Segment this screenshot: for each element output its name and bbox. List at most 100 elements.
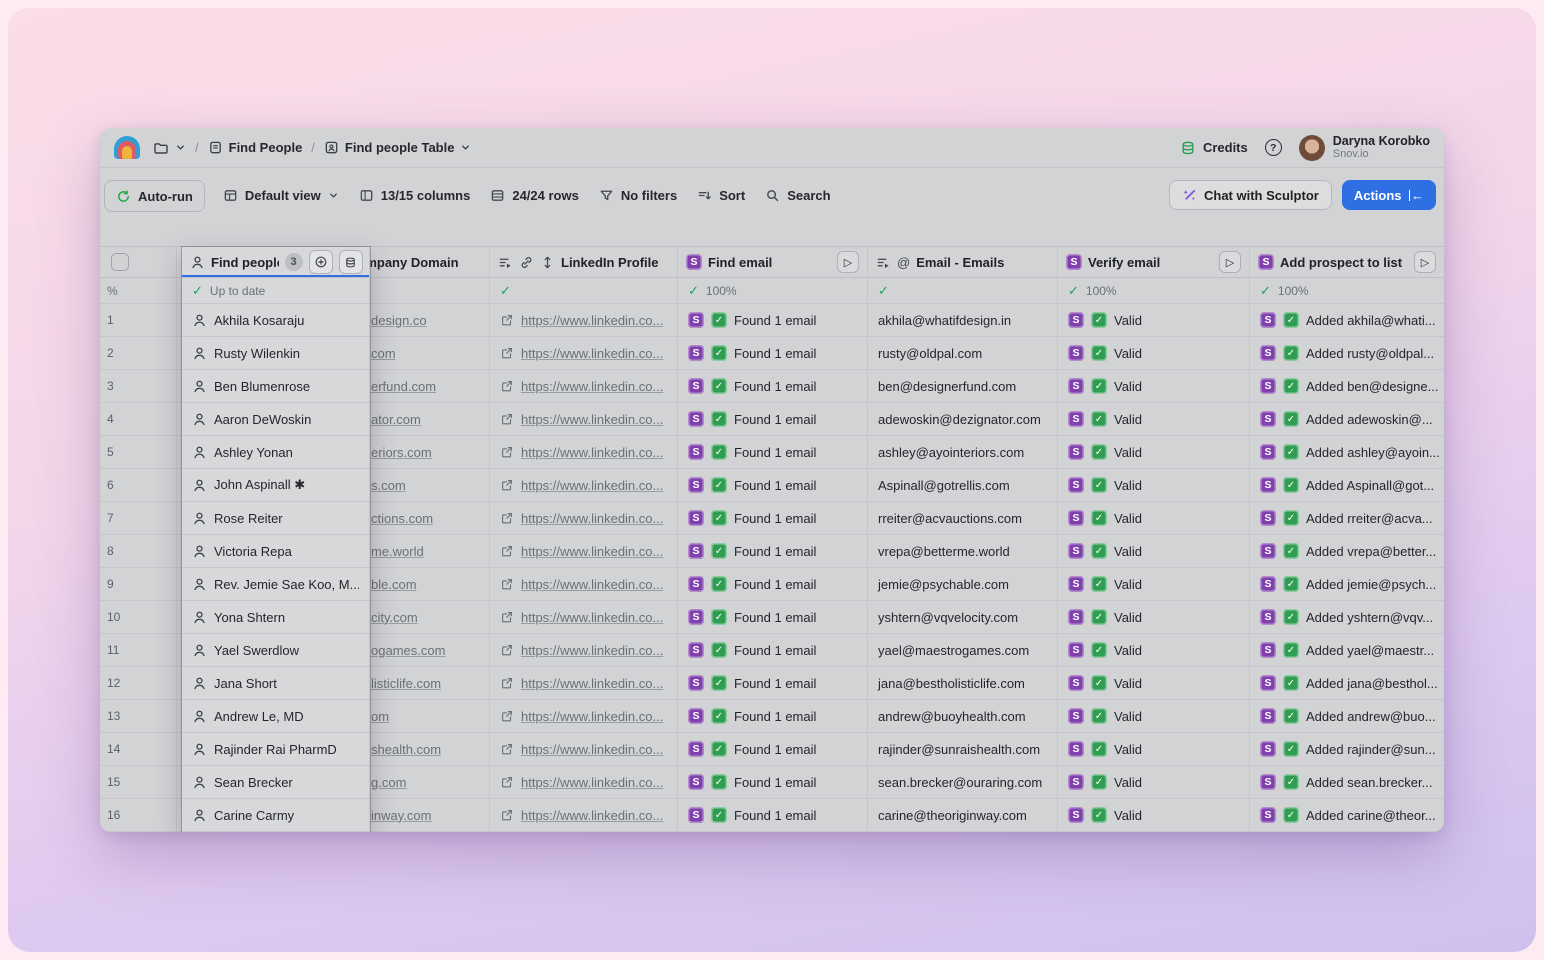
email-cell[interactable]: yshtern@vqvelocity.com xyxy=(868,601,1057,634)
app-logo[interactable] xyxy=(114,136,140,159)
verify-email-cell[interactable]: S ✓ Valid xyxy=(1058,304,1249,337)
find-email-cell[interactable]: S ✓ Found 1 email xyxy=(678,337,867,370)
find-email-cell[interactable]: S ✓ Found 1 email xyxy=(678,601,867,634)
person-name-cell[interactable]: Sean Brecker xyxy=(182,766,369,799)
linkedin-cell[interactable]: https://www.linkedin.co... xyxy=(490,766,677,799)
person-name-cell[interactable]: Ashley Yonan xyxy=(182,436,369,469)
row-number-cell[interactable]: 2 xyxy=(100,337,176,370)
search-button[interactable]: Search xyxy=(755,180,840,210)
breadcrumb-project[interactable]: Find People xyxy=(208,140,303,155)
find-email-cell[interactable]: S ✓ Found 1 email xyxy=(678,634,867,667)
email-cell[interactable]: ashley@ayointeriors.com xyxy=(868,436,1057,469)
linkedin-cell[interactable]: https://www.linkedin.co... xyxy=(490,403,677,436)
find-email-cell[interactable]: S ✓ Found 1 email xyxy=(678,799,867,832)
find-email-cell[interactable]: S ✓ Found 1 email xyxy=(678,700,867,733)
row-number-cell[interactable]: 1 xyxy=(100,304,176,337)
add-prospect-cell[interactable]: S ✓ Added ashley@ayoin... xyxy=(1250,436,1444,469)
add-prospect-cell[interactable]: S ✓ Added yshtern@vqv... xyxy=(1250,601,1444,634)
filters-button[interactable]: No filters xyxy=(589,180,687,210)
verify-email-cell[interactable]: S ✓ Valid xyxy=(1058,469,1249,502)
row-number-cell[interactable]: 15 xyxy=(100,766,176,799)
row-number-cell[interactable]: 16 xyxy=(100,799,176,832)
person-name-cell[interactable]: Andrew Le, MD xyxy=(182,700,369,733)
add-prospect-cell[interactable]: S ✓ Added Aspinall@got... xyxy=(1250,469,1444,502)
email-cell[interactable]: yael@maestrogames.com xyxy=(868,634,1057,667)
linkedin-cell[interactable]: https://www.linkedin.co... xyxy=(490,469,677,502)
run-column-button[interactable]: ▷ xyxy=(837,251,859,273)
verify-email-cell[interactable]: S ✓ Valid xyxy=(1058,502,1249,535)
person-name-cell[interactable]: Jana Short xyxy=(182,667,369,700)
linkedin-cell[interactable]: https://www.linkedin.co... xyxy=(490,700,677,733)
email-cell[interactable]: adewoskin@dezignator.com xyxy=(868,403,1057,436)
email-cell[interactable]: Aspinall@gotrellis.com xyxy=(868,469,1057,502)
person-name-cell[interactable]: Yael Swerdlow xyxy=(182,634,369,667)
linkedin-cell[interactable]: https://www.linkedin.co... xyxy=(490,799,677,832)
add-prospect-cell[interactable]: S ✓ Added rusty@oldpal... xyxy=(1250,337,1444,370)
add-prospect-cell[interactable]: S ✓ Added rreiter@acva... xyxy=(1250,502,1444,535)
person-name-cell[interactable]: Victoria Repa xyxy=(182,535,369,568)
verify-email-cell[interactable]: S ✓ Valid xyxy=(1058,403,1249,436)
add-prospect-header[interactable]: S Add prospect to list ▷ xyxy=(1250,247,1444,278)
person-name-cell[interactable]: Ben Blumenrose xyxy=(182,370,369,403)
email-cell[interactable]: rajinder@sunraishealth.com xyxy=(868,733,1057,766)
find-email-cell[interactable]: S ✓ Found 1 email xyxy=(678,304,867,337)
email-cell[interactable]: andrew@buoyhealth.com xyxy=(868,700,1057,733)
verify-email-cell[interactable]: S ✓ Valid xyxy=(1058,601,1249,634)
row-number-cell[interactable]: 10 xyxy=(100,601,176,634)
verify-email-cell[interactable]: S ✓ Valid xyxy=(1058,700,1249,733)
data-source-button[interactable] xyxy=(339,250,363,274)
linkedin-cell[interactable]: https://www.linkedin.co... xyxy=(490,601,677,634)
sort-button[interactable]: Sort xyxy=(687,180,755,210)
verify-email-cell[interactable]: S ✓ Valid xyxy=(1058,568,1249,601)
find-email-cell[interactable]: S ✓ Found 1 email xyxy=(678,469,867,502)
email-cell[interactable]: carine@theoriginway.com xyxy=(868,799,1057,832)
person-name-cell[interactable]: Rajinder Rai PharmD xyxy=(182,733,369,766)
find-email-cell[interactable]: S ✓ Found 1 email xyxy=(678,535,867,568)
linkedin-cell[interactable]: https://www.linkedin.co... xyxy=(490,370,677,403)
run-column-button[interactable]: ▷ xyxy=(1219,251,1241,273)
email-cell[interactable]: akhila@whatifdesign.in xyxy=(868,304,1057,337)
email-cell[interactable]: vrepa@betterme.world xyxy=(868,535,1057,568)
verify-email-cell[interactable]: S ✓ Valid xyxy=(1058,634,1249,667)
verify-email-cell[interactable]: S ✓ Valid xyxy=(1058,799,1249,832)
person-name-cell[interactable]: Akhila Kosaraju xyxy=(182,304,369,337)
linkedin-cell[interactable]: https://www.linkedin.co... xyxy=(490,535,677,568)
email-cell[interactable]: rusty@oldpal.com xyxy=(868,337,1057,370)
person-name-cell[interactable]: Rose Reiter xyxy=(182,502,369,535)
row-number-cell[interactable]: 3 xyxy=(100,370,176,403)
add-prospect-cell[interactable]: S ✓ Added vrepa@better... xyxy=(1250,535,1444,568)
linkedin-cell[interactable]: https://www.linkedin.co... xyxy=(490,568,677,601)
find-email-cell[interactable]: S ✓ Found 1 email xyxy=(678,667,867,700)
add-column-button[interactable] xyxy=(309,250,333,274)
add-prospect-cell[interactable]: S ✓ Added rajinder@sun... xyxy=(1250,733,1444,766)
row-number-cell[interactable]: 12 xyxy=(100,667,176,700)
verify-email-cell[interactable]: S ✓ Valid xyxy=(1058,667,1249,700)
row-number-cell[interactable]: 13 xyxy=(100,700,176,733)
add-prospect-cell[interactable]: S ✓ Added andrew@buo... xyxy=(1250,700,1444,733)
select-all-checkbox[interactable] xyxy=(111,253,129,271)
verify-email-cell[interactable]: S ✓ Valid xyxy=(1058,436,1249,469)
add-prospect-cell[interactable]: S ✓ Added jana@besthol... xyxy=(1250,667,1444,700)
add-prospect-cell[interactable]: S ✓ Added akhila@whati... xyxy=(1250,304,1444,337)
email-cell[interactable]: rreiter@acvauctions.com xyxy=(868,502,1057,535)
email-cell[interactable]: jana@bestholisticlife.com xyxy=(868,667,1057,700)
find-email-cell[interactable]: S ✓ Found 1 email xyxy=(678,436,867,469)
rows-count-button[interactable]: 24/24 rows xyxy=(480,180,589,210)
row-number-cell[interactable]: 14 xyxy=(100,733,176,766)
find-email-cell[interactable]: S ✓ Found 1 email xyxy=(678,766,867,799)
row-number-cell[interactable]: 11 xyxy=(100,634,176,667)
user-menu[interactable]: Daryna Korobko Snov.io xyxy=(1299,134,1430,161)
linkedin-cell[interactable]: https://www.linkedin.co... xyxy=(490,667,677,700)
row-number-cell[interactable]: 9 xyxy=(100,568,176,601)
person-name-cell[interactable]: John Aspinall ✱ xyxy=(182,469,369,502)
add-prospect-cell[interactable]: S ✓ Added sean.brecker... xyxy=(1250,766,1444,799)
linkedin-cell[interactable]: https://www.linkedin.co... xyxy=(490,436,677,469)
chat-with-sculptor-button[interactable]: Chat with Sculptor xyxy=(1169,180,1332,210)
email-cell[interactable]: sean.brecker@ouraring.com xyxy=(868,766,1057,799)
verify-email-cell[interactable]: S ✓ Valid xyxy=(1058,733,1249,766)
linkedin-cell[interactable]: https://www.linkedin.co... xyxy=(490,634,677,667)
email-cell[interactable]: jemie@psychable.com xyxy=(868,568,1057,601)
person-name-cell[interactable]: Rev. Jemie Sae Koo, M... xyxy=(182,568,369,601)
find-email-header[interactable]: S Find email ▷ xyxy=(678,247,867,278)
find-email-cell[interactable]: S ✓ Found 1 email xyxy=(678,370,867,403)
